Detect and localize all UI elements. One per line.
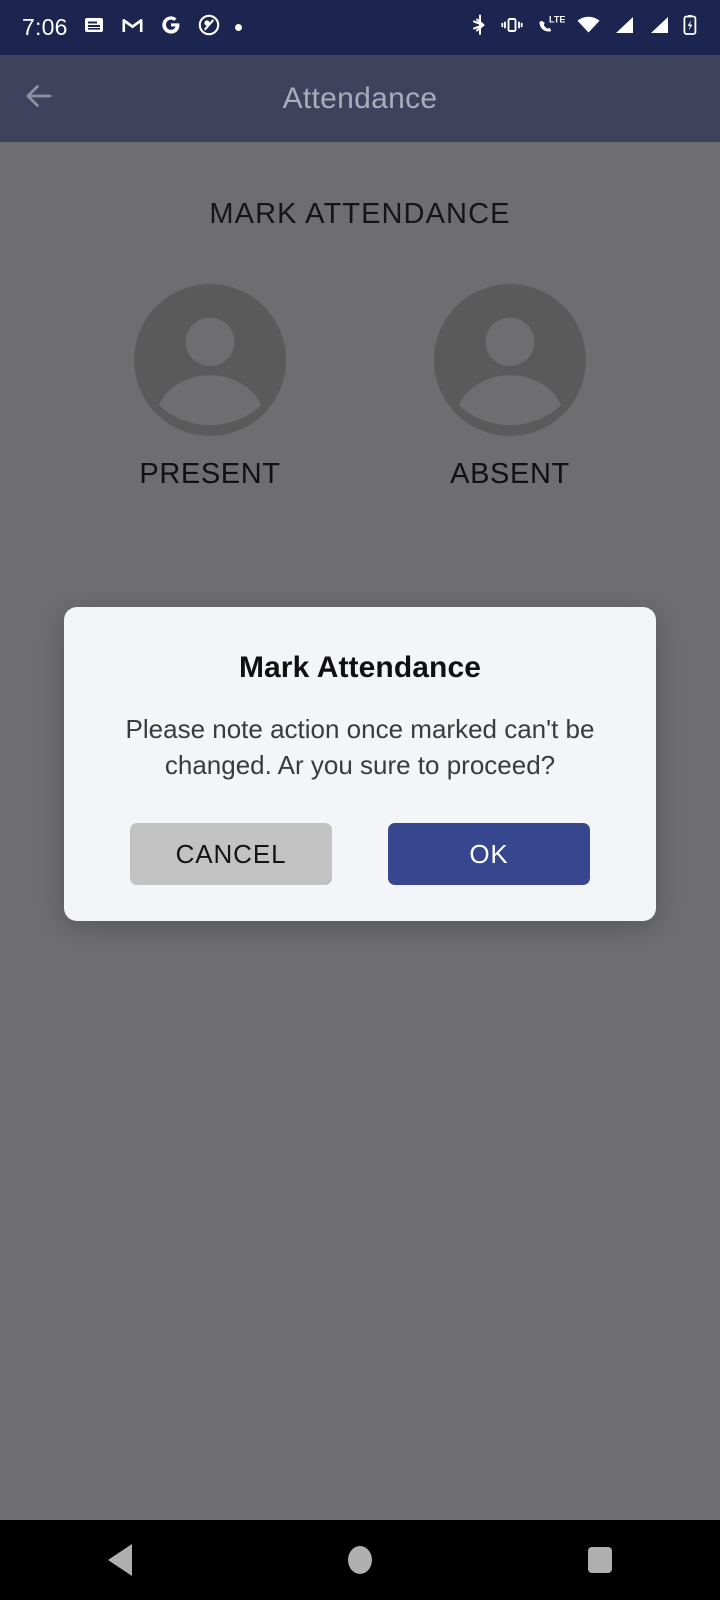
gmail-icon [120,13,145,42]
square-recents-icon [588,1547,612,1573]
signal-icon-1 [612,13,636,42]
attendance-options: PRESENT ABSENT [0,284,720,491]
mark-attendance-heading: MARK ATTENDANCE [209,198,511,230]
dialog-message: Please note action once marked can't be … [125,714,595,780]
nav-recents-button[interactable] [530,1520,670,1600]
wifi-icon [576,13,601,42]
google-icon [159,13,183,42]
battery-charging-icon [682,13,698,42]
status-bar-right: LTE [471,13,698,42]
nav-home-button[interactable] [290,1520,430,1600]
bluetooth-icon [471,13,489,42]
ok-button[interactable]: OK [388,823,590,885]
confirm-dialog: Mark Attendance Please note action once … [64,607,656,921]
svg-text:LTE: LTE [549,15,565,25]
person-avatar-icon [434,284,586,436]
lte-call-icon: LTE [535,13,565,42]
option-present[interactable]: PRESENT [134,284,286,491]
system-nav-bar [0,1520,720,1600]
option-absent[interactable]: ABSENT [434,284,586,491]
option-label-present: PRESENT [139,458,281,490]
status-clock: 7:06 [22,14,68,40]
circle-home-icon [348,1546,372,1574]
triangle-back-icon [108,1544,132,1576]
option-label-absent: ABSENT [450,458,570,490]
cancel-button[interactable]: CANCEL [130,823,332,885]
dot-icon [234,24,242,31]
app-bar: Attendance [0,55,720,142]
phone-screen: 7:06 LTE Attendance MARK ATTENDANCE PRES… [0,0,720,1600]
adobe-scan-icon [197,13,221,42]
person-avatar-icon [134,284,286,436]
vibrate-icon [500,13,524,42]
news-icon [82,13,106,42]
signal-icon-2 [647,13,671,42]
dialog-actions: CANCEL OK [94,823,626,885]
dialog-title: Mark Attendance [238,651,482,684]
status-bar-left: 7:06 [22,13,471,42]
nav-back-button[interactable] [50,1520,190,1600]
status-bar: 7:06 LTE [0,0,720,55]
page-title: Attendance [282,81,438,115]
